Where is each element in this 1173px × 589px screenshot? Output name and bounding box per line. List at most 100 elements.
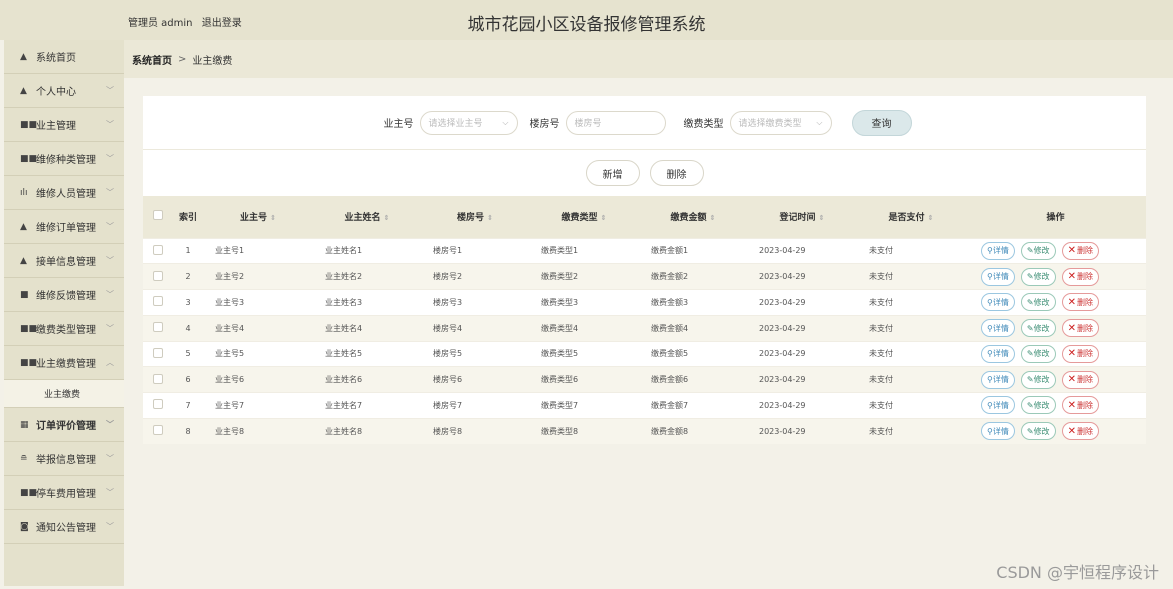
sidebar-item-6[interactable]: ▲ 接单信息管理 ﹀ bbox=[4, 244, 124, 278]
sidebar-sub-item[interactable]: 业主缴费 bbox=[4, 380, 124, 408]
sidebar-item-11[interactable]: ≘ 举报信息管理 ﹀ bbox=[4, 442, 124, 476]
view-button[interactable]: ⚲ 详情 bbox=[981, 422, 1015, 441]
column-header[interactable]: 楼房号 ⇕ bbox=[421, 196, 529, 238]
sidebar-item-13[interactable]: ◙ 通知公告管理 ﹀ bbox=[4, 510, 124, 544]
view-button[interactable]: ⚲ 详情 bbox=[981, 267, 1015, 286]
row-checkbox[interactable] bbox=[153, 244, 163, 255]
table-cell: 未支付 bbox=[857, 340, 965, 367]
edit-button[interactable]: ✎ 修改 bbox=[1020, 241, 1056, 260]
edit-button[interactable]: ✎ 修改 bbox=[1020, 319, 1056, 338]
table-cell: 楼房号1 bbox=[421, 237, 529, 264]
pencil-icon: ✎ bbox=[1026, 426, 1034, 436]
room-input[interactable]: 楼房号 bbox=[565, 110, 666, 135]
sort-icon[interactable]: ⇕ bbox=[487, 214, 493, 222]
type-label: 缴费类型 bbox=[683, 119, 724, 130]
column-header-label: 缴费金额 bbox=[670, 213, 707, 224]
row-delete-button[interactable]: ✕ 删除 bbox=[1061, 396, 1099, 415]
column-header[interactable]: 缴费金额 ⇕ bbox=[639, 196, 747, 238]
edit-button[interactable]: ✎ 修改 bbox=[1020, 293, 1056, 312]
view-button-label: 详情 bbox=[992, 323, 1009, 333]
sidebar-item-label: 维修反馈管理 bbox=[36, 291, 96, 302]
row-operations: ⚲ 详情 ✎ 修改 ✕ 删除 bbox=[965, 237, 1146, 264]
sidebar-item-0[interactable]: ▲ 系统首页 bbox=[4, 40, 124, 74]
column-header[interactable]: 是否支付 ⇕ bbox=[857, 196, 965, 238]
edit-button[interactable]: ✎ 修改 bbox=[1020, 370, 1056, 389]
owner-select[interactable]: 请选择业主号 ⌵ bbox=[419, 110, 518, 135]
row-checkbox[interactable] bbox=[153, 347, 163, 358]
row-delete-button-label: 删除 bbox=[1076, 272, 1093, 282]
row-checkbox[interactable] bbox=[153, 322, 163, 333]
column-header[interactable]: 缴费类型 ⇕ bbox=[529, 196, 639, 238]
row-checkbox[interactable] bbox=[153, 425, 163, 436]
sidebar-item-label: 业主管理 bbox=[36, 121, 76, 132]
row-checkbox[interactable] bbox=[153, 399, 163, 410]
row-delete-button[interactable]: ✕ 删除 bbox=[1061, 422, 1099, 441]
view-button[interactable]: ⚲ 详情 bbox=[981, 396, 1015, 415]
view-button[interactable]: ⚲ 详情 bbox=[981, 344, 1015, 363]
row-delete-button[interactable]: ✕ 删除 bbox=[1061, 319, 1099, 338]
table-cell: 业主号8 bbox=[203, 417, 313, 444]
sidebar-item-7[interactable]: ■ 维修反馈管理 ﹀ bbox=[4, 278, 124, 312]
bar-chart-icon: ılı bbox=[20, 187, 28, 198]
sidebar-item-8[interactable]: ■■ 缴费类型管理 ﹀ bbox=[4, 312, 124, 346]
sort-icon[interactable]: ⇕ bbox=[384, 214, 390, 222]
user-icon: ▲ bbox=[20, 255, 27, 266]
row-delete-button[interactable]: ✕ 删除 bbox=[1061, 344, 1099, 363]
view-button[interactable]: ⚲ 详情 bbox=[981, 293, 1015, 312]
view-button[interactable]: ⚲ 详情 bbox=[981, 241, 1015, 260]
data-table: 索引 业主号 ⇕ 业主姓名 ⇕ 楼房号 ⇕ 缴费类型 ⇕ 缴费金额 ⇕ 登记时间 ⇕ 是否支付… bbox=[143, 196, 1146, 444]
edit-button[interactable]: ✎ 修改 bbox=[1020, 267, 1056, 286]
row-delete-button[interactable]: ✕ 删除 bbox=[1061, 293, 1099, 312]
edit-button[interactable]: ✎ 修改 bbox=[1020, 396, 1056, 415]
table-cell: 缴费金额3 bbox=[639, 289, 747, 316]
column-header[interactable]: 业主号 ⇕ bbox=[203, 196, 313, 238]
row-delete-button[interactable]: ✕ 删除 bbox=[1061, 241, 1099, 260]
row-checkbox[interactable] bbox=[153, 373, 163, 384]
close-icon: ✕ bbox=[1067, 245, 1076, 257]
sort-icon[interactable]: ⇕ bbox=[601, 214, 607, 222]
edit-button[interactable]: ✎ 修改 bbox=[1020, 422, 1056, 441]
row-operations: ⚲ 详情 ✎ 修改 ✕ 删除 bbox=[965, 340, 1146, 367]
sidebar-item-4[interactable]: ılı 维修人员管理 ﹀ bbox=[4, 176, 124, 210]
select-all-checkbox[interactable] bbox=[153, 210, 163, 221]
column-header[interactable]: 业主姓名 ⇕ bbox=[313, 196, 421, 238]
sidebar-item-5[interactable]: ▲ 维修订单管理 ﹀ bbox=[4, 210, 124, 244]
view-button[interactable]: ⚲ 详情 bbox=[981, 319, 1015, 338]
table-cell: 楼房号6 bbox=[421, 366, 529, 393]
row-delete-button[interactable]: ✕ 删除 bbox=[1061, 370, 1099, 389]
sort-icon[interactable]: ⇕ bbox=[710, 214, 716, 222]
sidebar-item-12[interactable]: ■■ 停车费用管理 ﹀ bbox=[4, 476, 124, 510]
column-header-label: 操作 bbox=[1046, 213, 1065, 224]
sidebar-item-9[interactable]: ■■ 业主缴费管理 ︿ bbox=[4, 346, 124, 380]
sort-icon[interactable]: ⇕ bbox=[270, 214, 276, 222]
add-button[interactable]: 新增 bbox=[585, 160, 640, 186]
breadcrumb-home[interactable]: 系统首页 bbox=[132, 52, 172, 67]
sort-icon[interactable]: ⇕ bbox=[819, 214, 825, 222]
table-body: 1 业主号1 业主姓名1 楼房号1 缴费类型1 缴费金额1 2023-04-29 未支付 ⚲ 详情… bbox=[143, 237, 1146, 444]
sidebar-item-label: 缴费类型管理 bbox=[36, 325, 96, 336]
column-header-label: 业主号 bbox=[239, 213, 267, 224]
view-button[interactable]: ⚲ 详情 bbox=[981, 370, 1015, 389]
sidebar-item-2[interactable]: ■■ 业主管理 ﹀ bbox=[4, 108, 124, 142]
sort-icon[interactable]: ⇕ bbox=[928, 214, 934, 222]
column-header[interactable]: 登记时间 ⇕ bbox=[747, 196, 857, 238]
delete-button[interactable]: 删除 bbox=[649, 160, 704, 186]
table-cell: 未支付 bbox=[857, 314, 965, 341]
room-placeholder: 楼房号 bbox=[574, 119, 602, 129]
sidebar-item-3[interactable]: ■■ 维修种类管理 ﹀ bbox=[4, 142, 124, 176]
chevron-down-icon: ﹀ bbox=[106, 454, 114, 463]
chevron-down-icon: ﹀ bbox=[106, 120, 114, 129]
table-row: 3 业主号3 业主姓名3 楼房号3 缴费类型3 缴费金额3 2023-04-29 未支付 ⚲ 详情… bbox=[143, 289, 1146, 316]
edit-button[interactable]: ✎ 修改 bbox=[1020, 344, 1056, 363]
row-delete-button[interactable]: ✕ 删除 bbox=[1061, 267, 1099, 286]
row-checkbox[interactable] bbox=[153, 296, 163, 307]
row-checkbox[interactable] bbox=[153, 270, 163, 281]
sidebar-item-10[interactable]: ▦ 订单评价管理 ﹀ bbox=[4, 408, 124, 442]
query-button[interactable]: 查询 bbox=[851, 109, 912, 136]
type-select[interactable]: 请选择缴费类型 ⌵ bbox=[729, 110, 832, 135]
grid-icon: ■■ bbox=[20, 357, 38, 368]
table-cell: 楼房号5 bbox=[421, 340, 529, 367]
table-cell: 业主号4 bbox=[203, 314, 313, 341]
sidebar-item-1[interactable]: ▲ 个人中心 ﹀ bbox=[4, 74, 124, 108]
room-label: 楼房号 bbox=[529, 119, 560, 130]
